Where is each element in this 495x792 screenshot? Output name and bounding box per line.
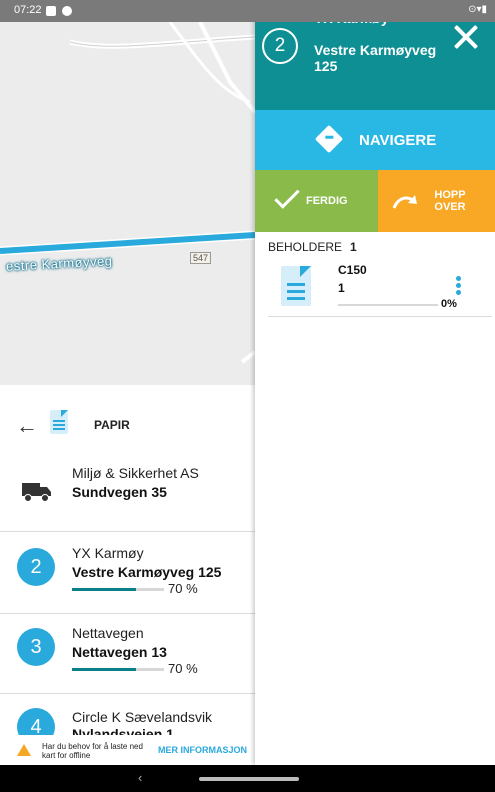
route-stop-list: ← PAPIR Miljø & Sikkerhet AS Sundvegen 3… — [0, 385, 255, 765]
containers-label: BEHOLDERE — [268, 240, 343, 254]
container-progress-label: 0% — [441, 298, 457, 310]
image-notification-icon — [46, 6, 56, 16]
system-nav-bar: ‹ — [0, 765, 495, 792]
containers-count: 1 — [350, 240, 357, 254]
stop-number-badge: 2 — [17, 548, 55, 586]
stop-progress-bar — [72, 588, 164, 591]
container-quantity: 1 — [338, 281, 345, 295]
stop-name: Nettavegen — [72, 625, 144, 641]
containers-heading: BEHOLDERE 1 — [268, 240, 357, 254]
done-label: FERDIG — [306, 195, 348, 207]
more-info-link[interactable]: MER INFORMASJON — [158, 745, 247, 755]
navigate-label: NAVIGERE — [359, 132, 437, 149]
directions-icon — [314, 124, 344, 154]
more-options-icon[interactable] — [456, 276, 462, 296]
document-icon — [281, 266, 311, 306]
document-icon — [50, 410, 68, 434]
map-view[interactable]: estre Karmøyveg 547 — [0, 22, 255, 385]
stop-address: Vestre Karmøyveg 125 — [72, 564, 222, 580]
stop-progress-label: 70 % — [168, 581, 198, 596]
offline-notice-text: Har du behov for å laste ned kart for of… — [42, 742, 143, 760]
divider — [268, 316, 492, 317]
depot-name: Miljø & Sikkerhet AS — [72, 465, 199, 481]
stop-progress-bar — [72, 668, 164, 671]
back-arrow-icon[interactable]: ← — [16, 413, 38, 439]
depot-address: Sundvegen 35 — [72, 484, 167, 500]
status-bar: 07:22 ⊙▾▮ — [0, 0, 495, 22]
stop-item[interactable]: 3 Nettavegen Nettavegen 13 70 % — [0, 614, 255, 694]
skip-button[interactable]: HOPP OVER — [378, 170, 495, 232]
home-handle[interactable] — [199, 777, 299, 781]
signal-battery-icon: ⊙▾▮ — [468, 4, 487, 15]
route-header: ← PAPIR — [0, 405, 255, 447]
skip-arrow-icon — [392, 195, 417, 209]
truck-icon — [22, 483, 51, 502]
warning-icon — [17, 744, 31, 756]
stop-number-badge: 3 — [17, 628, 55, 666]
stop-progress-label: 70 % — [168, 661, 198, 676]
stop-name: Circle K Sævelandsvik — [72, 709, 213, 725]
offline-map-notice: Har du behov for å laste ned kart for of… — [0, 735, 255, 765]
done-button[interactable]: FERDIG — [255, 170, 378, 232]
container-progress-bar — [338, 304, 438, 306]
map-road-number: 547 — [190, 252, 212, 264]
system-back-icon[interactable]: ‹ — [138, 770, 142, 785]
stop-number-circle: 2 — [262, 28, 298, 64]
stop-name: YX Karmøy — [72, 545, 144, 561]
depot-item[interactable]: Miljø & Sikkerhet AS Sundvegen 35 — [0, 447, 255, 532]
check-icon — [274, 183, 300, 209]
app-notification-icon — [62, 6, 72, 16]
status-time: 07:22 — [14, 4, 42, 16]
stop-detail-address: Vestre Karmøyveg 125 — [314, 42, 437, 74]
container-name: C150 — [338, 263, 367, 277]
map-roads — [0, 22, 255, 364]
stop-detail-panel: 2 YX Karmøy Vestre Karmøyveg 125 NAVIGER… — [255, 0, 495, 765]
stop-address: Nettavegen 13 — [72, 644, 167, 660]
route-title: PAPIR — [94, 418, 130, 432]
stop-item[interactable]: 2 YX Karmøy Vestre Karmøyveg 125 70 % — [0, 532, 255, 614]
navigate-button[interactable]: NAVIGERE — [255, 110, 495, 170]
skip-label: HOPP OVER — [434, 189, 466, 213]
close-icon[interactable] — [451, 22, 481, 52]
